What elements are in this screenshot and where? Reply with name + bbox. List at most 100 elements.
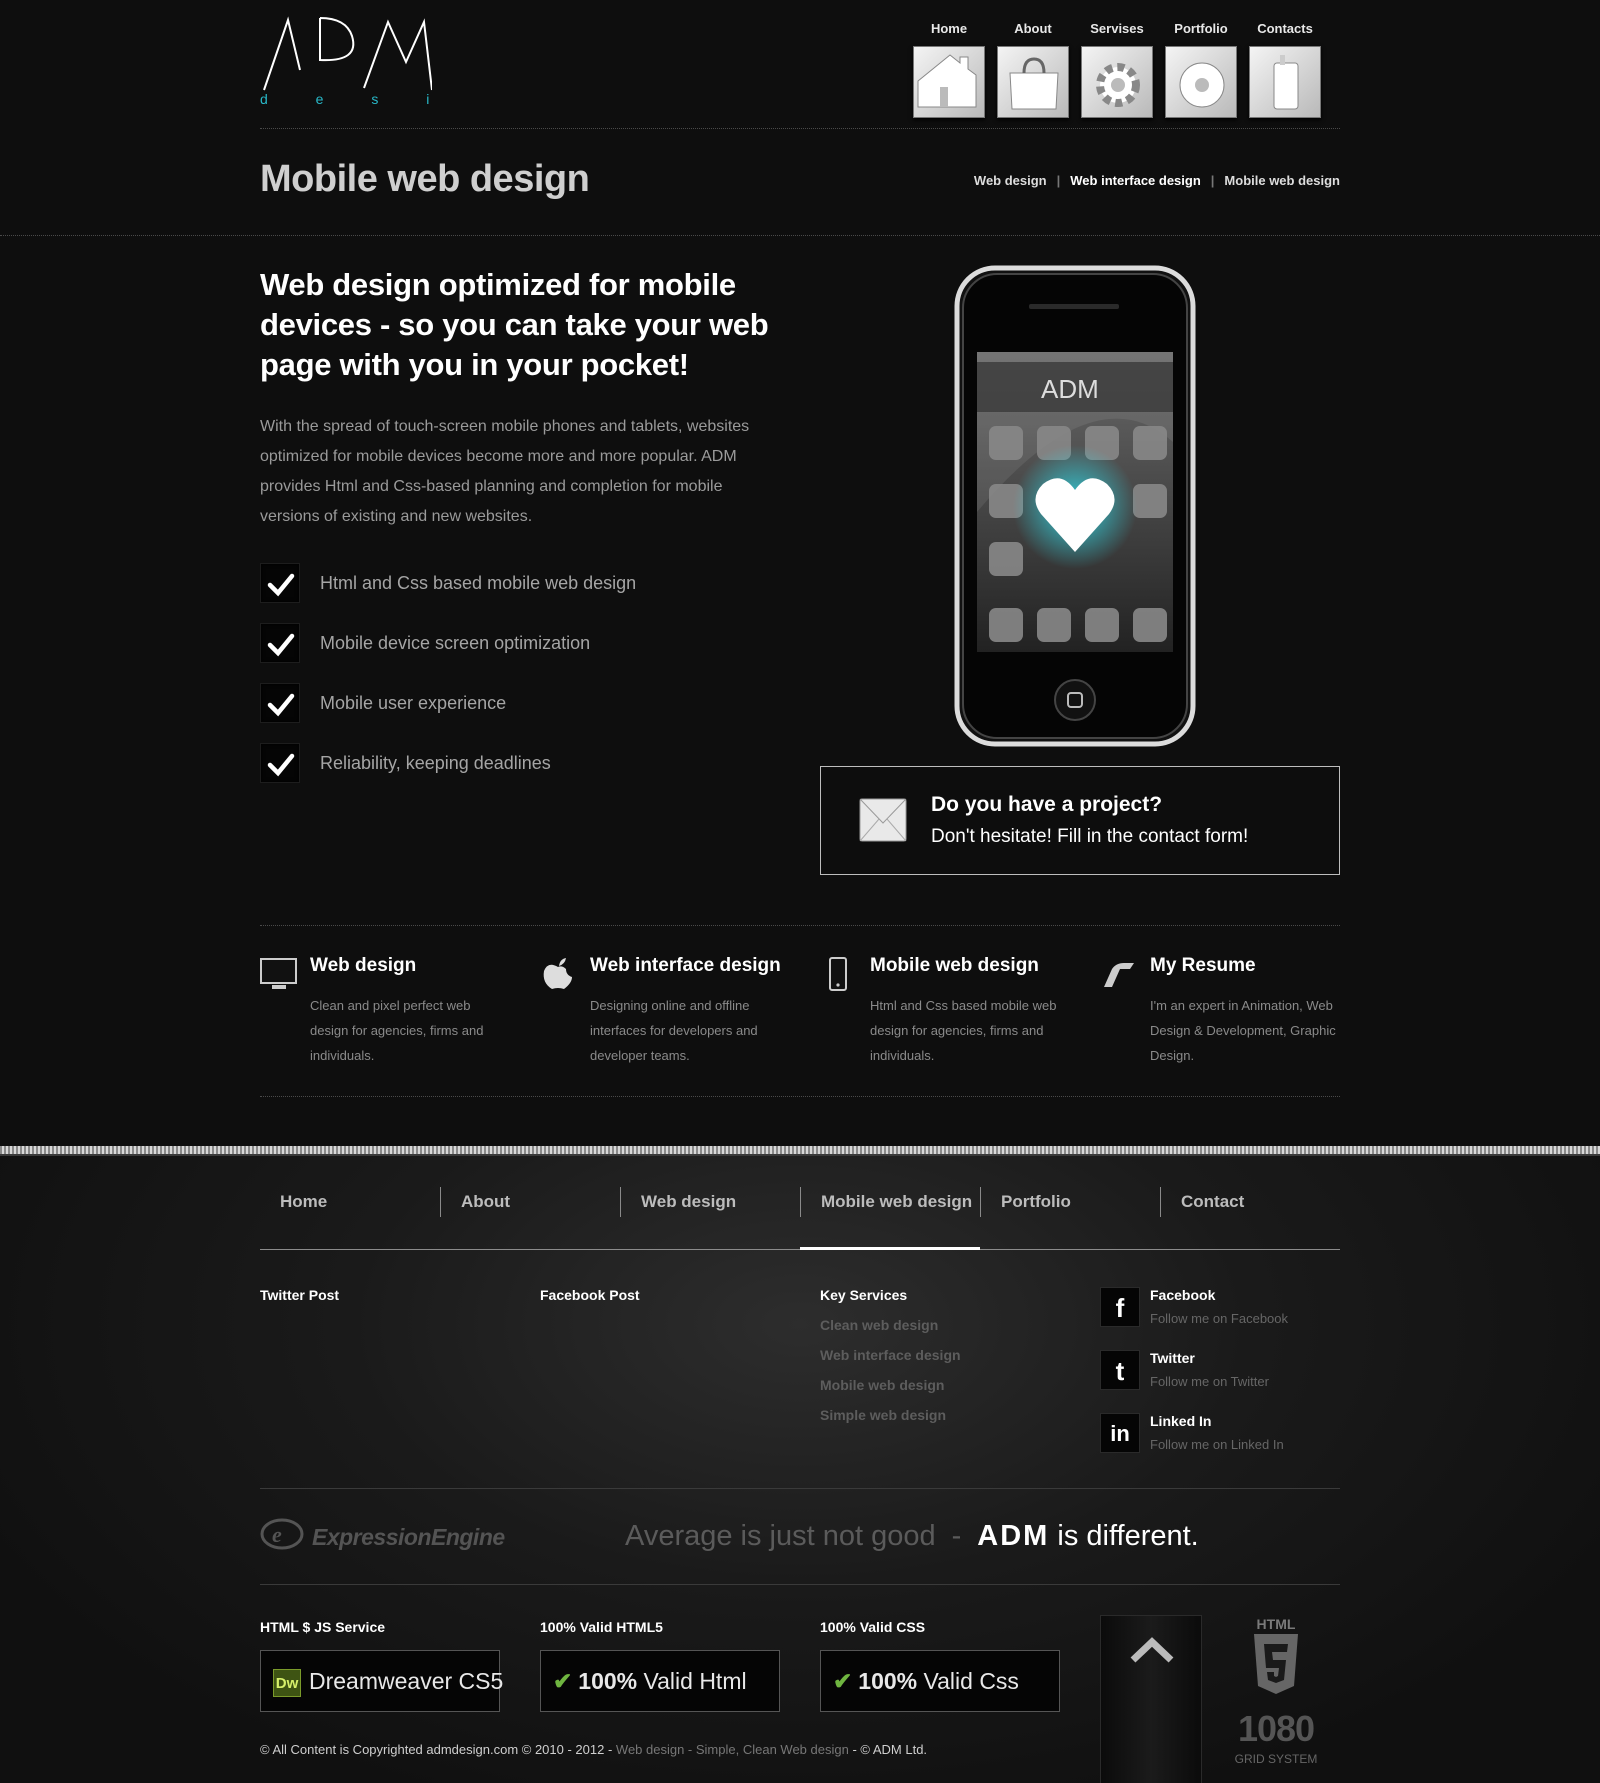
apple-icon [540, 957, 578, 991]
column-heading: Facebook Post [540, 1287, 640, 1303]
social-facebook[interactable]: f Facebook Follow me on Facebook [1100, 1287, 1340, 1331]
copyright-link[interactable]: Web design - Simple, Clean Web design [616, 1742, 849, 1757]
badge-heading: 100% Valid HTML5 [540, 1619, 663, 1635]
key-service-link[interactable]: Simple web design [820, 1407, 961, 1423]
topnav-about[interactable]: About [996, 18, 1070, 118]
service-text: Designing online and offline interfaces … [590, 998, 758, 1063]
breadcrumb-separator: | [1210, 173, 1215, 188]
tagline-brand: ADM [977, 1520, 1050, 1552]
topnav-home[interactable]: Home [912, 18, 986, 118]
service-title: Web design [310, 955, 417, 976]
svg-text:d e s i g n: d e s i g n [260, 91, 432, 107]
social-name: Facebook [1150, 1287, 1216, 1303]
social-name: Twitter [1150, 1350, 1195, 1366]
feature-text: Html and Css based mobile web design [320, 573, 637, 593]
badge-heading: 100% Valid CSS [820, 1619, 926, 1635]
hero-paragraph: With the spread of touch-screen mobile p… [260, 418, 750, 525]
feature-item: Mobile user experience [260, 683, 780, 723]
topnav-portfolio[interactable]: Portfolio [1164, 18, 1238, 118]
html5-label: HTML [1256, 1616, 1296, 1632]
topnav-services[interactable]: Servises [1080, 18, 1154, 118]
adm-logo-icon: d e s i g n [260, 16, 541, 107]
valid-html-badge[interactable]: ✔ 100% Valid Html [540, 1650, 780, 1712]
check-icon [260, 623, 300, 663]
envelope-icon [859, 797, 907, 843]
service-title: My Resume [1150, 955, 1256, 976]
topnav-label: Portfolio [1174, 21, 1228, 36]
grid-system-label: GRID SYSTEM [1234, 1752, 1318, 1766]
expressionengine-logo[interactable]: e ExpressionEngine [260, 1516, 505, 1556]
social-subtext: Follow me on Facebook [1150, 1311, 1289, 1326]
tagline-part1: Average is just not good [625, 1520, 936, 1552]
divider [0, 235, 1600, 236]
home-icon [913, 46, 985, 118]
copyright-text: © All Content is Copyrighted admdesign.c… [260, 1742, 616, 1757]
project-callout[interactable]: Do you have a project? Don't hesitate! F… [820, 766, 1340, 875]
page-title: Mobile web design [260, 158, 590, 200]
social-twitter[interactable]: t Twitter Follow me on Twitter [1100, 1350, 1340, 1394]
breadcrumb-web-interface-design[interactable]: Web interface design [1070, 173, 1201, 188]
social-linkedin[interactable]: in Linked In Follow me on Linked In [1100, 1413, 1340, 1457]
disc-icon [1165, 46, 1237, 118]
valid-css-badge[interactable]: ✔ 100% Valid Css [820, 1650, 1060, 1712]
breadcrumb-mobile-web-design[interactable]: Mobile web design [1224, 173, 1340, 188]
dreamweaver-badge[interactable]: Dw Dreamweaver CS5 [260, 1650, 504, 1712]
back-to-top-button[interactable] [1100, 1615, 1202, 1783]
footer-nav-portfolio[interactable]: Portfolio [980, 1187, 1160, 1217]
topnav-contacts[interactable]: Contacts [1248, 18, 1322, 118]
html5-shield-icon [1254, 1634, 1298, 1694]
expressionengine-icon: e [260, 1518, 304, 1550]
top-navigation: Home About Servises Portfolio Contacts [912, 18, 1328, 118]
breadcrumb-separator: | [1056, 173, 1061, 188]
social-subtext: Follow me on Linked In [1150, 1437, 1284, 1452]
footer-nav-mobile-web-design[interactable]: Mobile web design [800, 1187, 980, 1217]
breadcrumb: Web design | Web interface design | Mobile w… [974, 173, 1340, 188]
feature-text: Mobile user experience [320, 693, 507, 713]
divider [260, 128, 1340, 129]
grid-number: 1080 [1237, 1708, 1315, 1749]
service-text: Html and Css based mobile web design for… [870, 998, 1057, 1063]
bag-icon [997, 46, 1069, 118]
twitter-post-column: Twitter Post [260, 1287, 339, 1303]
check-icon [260, 683, 300, 723]
feature-text: Reliability, keeping deadlines [320, 753, 551, 773]
tagline: Average is just not good - ADM is differen… [625, 1520, 1199, 1553]
topnav-label: Servises [1090, 21, 1144, 36]
badge-bold: 100% [578, 1668, 638, 1694]
footer-nav-about[interactable]: About [440, 1187, 620, 1217]
service-title: Mobile web design [870, 955, 1039, 976]
linkedin-icon: in [1100, 1413, 1140, 1453]
topnav-label: Home [930, 21, 968, 36]
social-subtext: Follow me on Twitter [1150, 1374, 1269, 1389]
feature-item: Mobile device screen optimization [260, 623, 780, 663]
column-heading: Twitter Post [260, 1287, 340, 1303]
twitter-icon: t [1100, 1350, 1140, 1390]
badge-text: Dreamweaver CS5 [309, 1668, 504, 1694]
badge-bold: 100% [858, 1668, 918, 1694]
key-service-link[interactable]: Mobile web design [820, 1377, 961, 1393]
key-service-link[interactable]: Web interface design [820, 1347, 961, 1363]
tagline-dash: - [951, 1520, 962, 1552]
breadcrumb-web-design[interactable]: Web design [974, 173, 1047, 188]
badge-text: Valid Html [637, 1668, 747, 1694]
logo[interactable]: d e s i g n [260, 14, 541, 108]
dreamweaver-icon: Dw [273, 1668, 301, 1697]
monitor-icon [260, 957, 298, 991]
topnav-label: Contacts [1257, 21, 1313, 36]
hero-heading: Web design optimized for mobile devices … [260, 267, 769, 382]
key-service-link[interactable]: Clean web design [820, 1317, 961, 1333]
badge-heading: HTML $ JS Service [260, 1619, 386, 1635]
copyright-text: - © ADM Ltd. [848, 1742, 928, 1757]
footer-nav-contact[interactable]: Contact [1160, 1187, 1340, 1217]
copyright: © All Content is Copyrighted admdesign.c… [260, 1742, 927, 1757]
checkmark-icon: ✔ [553, 1668, 573, 1694]
html5-grid-badge: HTML 1080 GRID SYSTEM [1228, 1616, 1324, 1766]
key-services-column: Key Services Clean web design Web interf… [820, 1287, 961, 1423]
footer-nav-home[interactable]: Home [260, 1182, 440, 1250]
resume-icon [1100, 957, 1138, 991]
feature-item: Reliability, keeping deadlines [260, 743, 780, 783]
footer-nav-web-design[interactable]: Web design [620, 1187, 800, 1217]
badge-text: Valid Css [917, 1668, 1019, 1694]
iphone-illustration: ADM [945, 262, 1205, 762]
service-text: Clean and pixel perfect web design for a… [310, 998, 484, 1063]
